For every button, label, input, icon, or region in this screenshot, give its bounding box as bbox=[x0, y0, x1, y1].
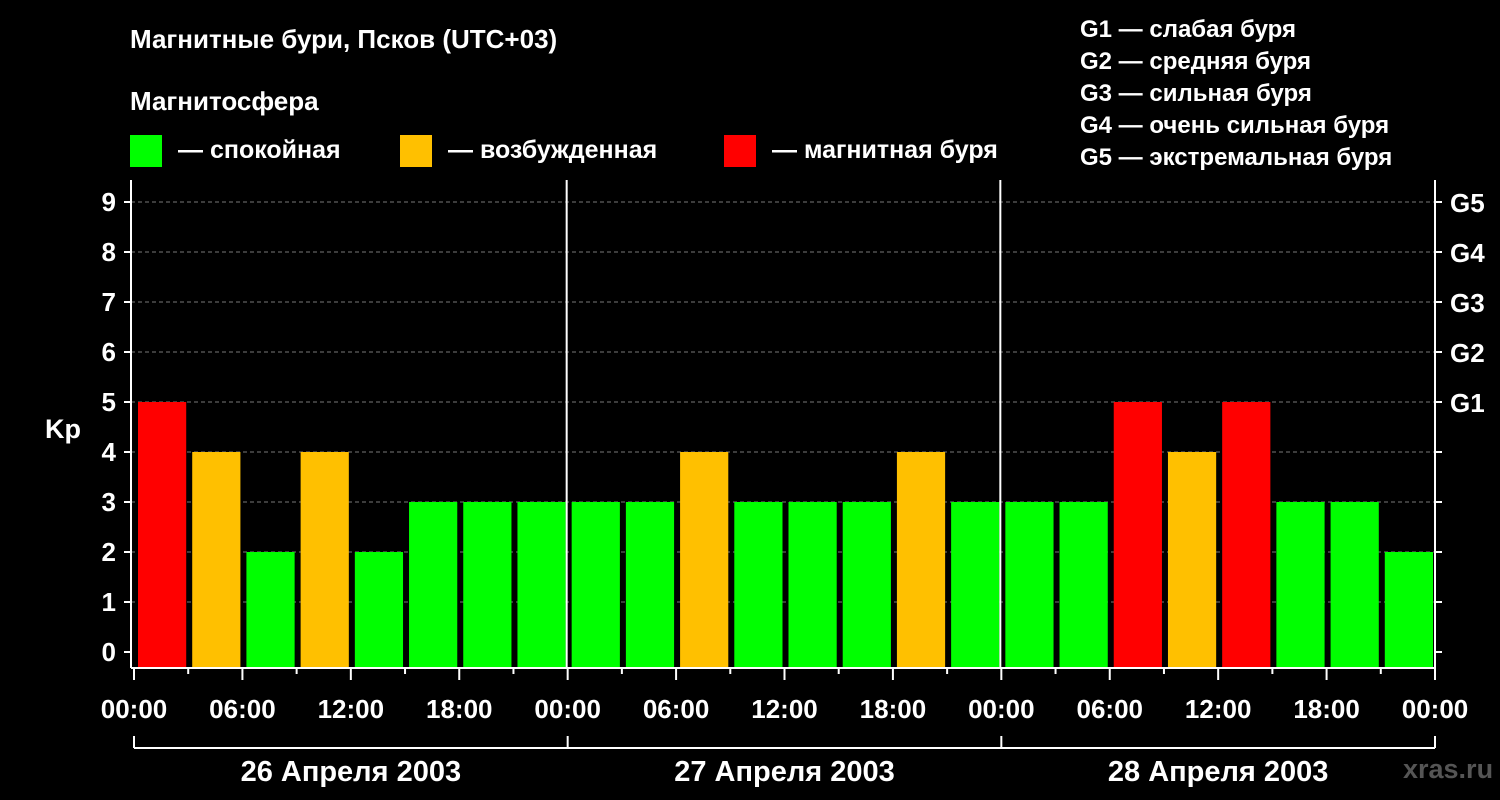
kp-bar bbox=[354, 552, 404, 668]
kp-bar bbox=[138, 402, 187, 668]
kp-bar bbox=[571, 502, 620, 668]
kp-bar bbox=[1222, 402, 1271, 668]
x-tick-label: 00:00 bbox=[101, 694, 168, 724]
day-label: 27 Апреля 2003 bbox=[674, 756, 895, 788]
kp-bar bbox=[300, 452, 349, 668]
kp-bar bbox=[625, 502, 675, 668]
kp-bar bbox=[1276, 502, 1325, 668]
kp-bar bbox=[517, 502, 566, 668]
g-tick-label: G4 bbox=[1450, 238, 1485, 268]
y-tick-label: 6 bbox=[102, 337, 116, 367]
x-tick-label: 18:00 bbox=[426, 694, 493, 724]
kp-bar bbox=[246, 552, 295, 668]
kp-bar bbox=[1167, 452, 1217, 668]
y-tick-label: 1 bbox=[102, 587, 116, 617]
y-tick-label: 3 bbox=[102, 487, 116, 517]
g-tick-label: G1 bbox=[1450, 388, 1485, 418]
x-tick-label: 00:00 bbox=[534, 694, 601, 724]
x-tick-label: 06:00 bbox=[1077, 694, 1144, 724]
kp-bar bbox=[192, 452, 241, 668]
kp-bar bbox=[1005, 502, 1054, 668]
kp-bar bbox=[1059, 502, 1108, 668]
x-tick-label: 00:00 bbox=[1402, 694, 1469, 724]
day-label: 26 Апреля 2003 bbox=[241, 756, 462, 788]
g-tick-label: G3 bbox=[1450, 288, 1485, 318]
kp-bar bbox=[788, 502, 837, 668]
kp-bar bbox=[1330, 502, 1379, 668]
kp-bar bbox=[734, 502, 783, 668]
y-tick-label: 0 bbox=[102, 637, 116, 667]
y-tick-label: 4 bbox=[102, 437, 117, 467]
kp-bar bbox=[1113, 402, 1162, 668]
x-tick-label: 18:00 bbox=[1293, 694, 1360, 724]
y-axis-label: Kp bbox=[45, 414, 81, 444]
x-tick-label: 12:00 bbox=[318, 694, 385, 724]
y-tick-label: 9 bbox=[102, 187, 116, 217]
y-tick-label: 2 bbox=[102, 537, 116, 567]
kp-bar bbox=[951, 502, 1000, 668]
y-tick-label: 8 bbox=[102, 237, 116, 267]
kp-bar bbox=[463, 502, 512, 668]
x-tick-label: 18:00 bbox=[860, 694, 927, 724]
day-label: 28 Апреля 2003 bbox=[1108, 756, 1329, 788]
kp-bar bbox=[680, 452, 729, 668]
x-tick-label: 06:00 bbox=[209, 694, 276, 724]
x-tick-label: 00:00 bbox=[968, 694, 1035, 724]
kp-bar bbox=[896, 452, 946, 668]
x-tick-label: 06:00 bbox=[643, 694, 710, 724]
kp-bar bbox=[409, 502, 458, 668]
x-tick-label: 12:00 bbox=[751, 694, 818, 724]
y-tick-label: 5 bbox=[102, 387, 116, 417]
kp-bar-chart: 0 1 2 3 4 5 6 7 8 9 G1 G2 G3 G4 G5 Kp 00:00 06:00 12:00 18:… bbox=[45, 180, 1485, 788]
watermark: xras.ru bbox=[1403, 754, 1494, 784]
kp-bar bbox=[1384, 552, 1433, 668]
x-tick-label: 12:00 bbox=[1185, 694, 1252, 724]
g-tick-label: G5 bbox=[1450, 188, 1485, 218]
kp-bar bbox=[842, 502, 891, 668]
y-tick-label: 7 bbox=[102, 287, 116, 317]
g-tick-label: G2 bbox=[1450, 338, 1485, 368]
